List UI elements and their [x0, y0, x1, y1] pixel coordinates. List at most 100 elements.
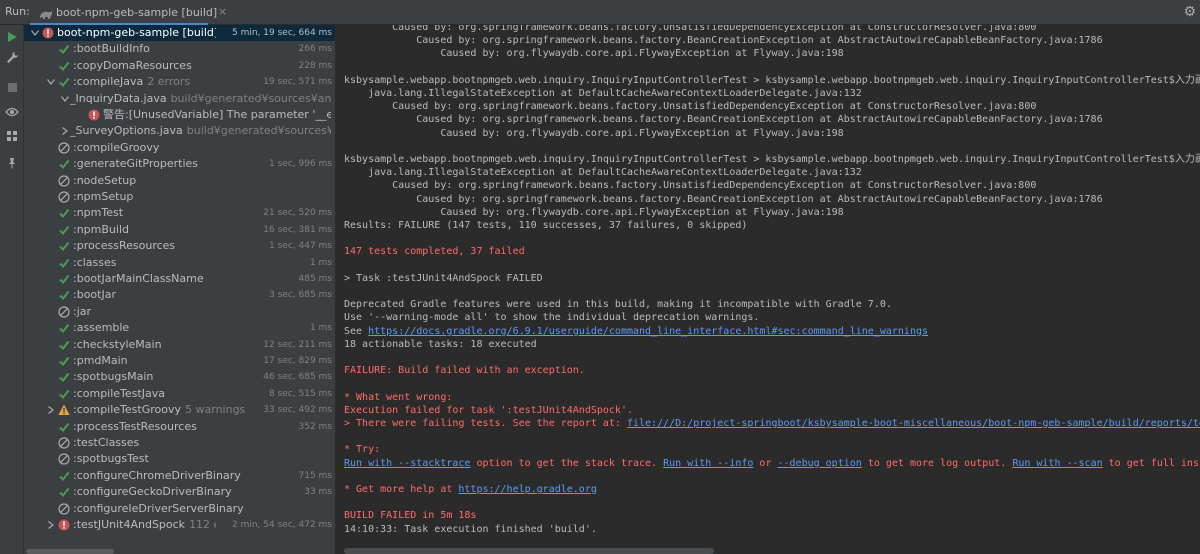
tree-row[interactable]: :npmTest 21 sec, 520 ms	[24, 205, 335, 221]
console-output[interactable]: Caused by: org.springframework.beans.fac…	[336, 25, 1200, 554]
tree-row-duration: 46 sec, 685 ms	[263, 372, 332, 383]
tree-row[interactable]: :checkstyleMain 12 sec, 211 ms	[24, 337, 335, 353]
tab-close-icon[interactable]: ×	[218, 5, 227, 18]
chevron-right-icon[interactable]	[60, 123, 70, 139]
tree-row-name: :npmBuild	[73, 222, 129, 236]
success-check-icon	[58, 60, 70, 72]
gradle-elephant-icon	[39, 6, 53, 25]
tree-row[interactable]: 警告:[UnusedVariable] The parameter '__emb…	[24, 107, 335, 123]
tree-row[interactable]: :pmdMain 17 sec, 829 ms	[24, 353, 335, 369]
tree-row-name: :compileJava	[73, 75, 144, 89]
tree-row-name: :jar	[73, 304, 92, 318]
tree-row[interactable]: :npmSetup	[24, 189, 335, 205]
scrollbar-thumb[interactable]	[344, 548, 714, 554]
tree-row-name: :compileTestGroovy	[73, 403, 182, 417]
tree-row[interactable]: :spotbugsTest	[24, 451, 335, 467]
tree-row[interactable]: :compileTestJava 8 sec, 515 ms	[24, 386, 335, 402]
gear-icon[interactable]: ⚙	[1183, 4, 1196, 20]
tree-row[interactable]: :configureGeckoDriverBinary 33 ms	[24, 484, 335, 500]
tree-row-duration: 5 min, 19 sec, 664 ms	[228, 25, 332, 41]
build-tree[interactable]: boot-npm-geb-sample [build]:failed At 20…	[24, 25, 335, 554]
console-link[interactable]: Run with --scan	[1012, 458, 1102, 469]
layout-icon[interactable]	[4, 128, 20, 144]
tree-row[interactable]: :copyDomaResources 228 ms	[24, 58, 335, 74]
tree-row[interactable]: :bootBuildInfo 266 ms	[24, 41, 335, 57]
chevron-down-icon[interactable]	[30, 25, 40, 41]
console-link[interactable]: https://help.gradle.org	[458, 484, 596, 495]
tree-horizontal-scrollbar[interactable]	[24, 548, 335, 554]
console-link[interactable]: Run with --stacktrace	[344, 458, 470, 469]
tree-row[interactable]: :classes 1 ms	[24, 255, 335, 271]
skipped-icon	[58, 174, 70, 187]
console-link[interactable]: https://docs.gradle.org/6.9.1/userguide/…	[368, 326, 928, 337]
tree-row[interactable]: :processResources 1 sec, 447 ms	[24, 238, 335, 254]
console-link[interactable]: --debug option	[778, 458, 862, 469]
tree-row[interactable]: :configureIeDriverServerBinary	[24, 501, 335, 517]
tree-row[interactable]: _InquiryData.java build¥generated¥sources…	[24, 91, 335, 107]
success-check-icon	[58, 339, 70, 351]
chevron-right-icon[interactable]	[46, 517, 56, 533]
console-line: Caused by: org.springframework.beans.fac…	[344, 35, 1103, 47]
success-check-icon	[58, 470, 70, 482]
tree-row[interactable]: :testClasses	[24, 435, 335, 451]
run-icon[interactable]	[4, 29, 20, 45]
tree-row[interactable]: :assemble 1 ms	[24, 320, 335, 336]
tree-row-name: _SurveyOptions.java	[70, 124, 183, 138]
console-horizontal-scrollbar[interactable]	[336, 548, 1200, 554]
pin-icon[interactable]	[4, 155, 20, 171]
tree-row[interactable]: boot-npm-geb-sample [build]:failed At 20…	[24, 25, 335, 41]
tree-row[interactable]: :testJUnit4AndSpock112 errors 2 min, 54 s…	[24, 517, 335, 533]
console-link[interactable]: Run with --info	[663, 458, 753, 469]
console-text: or	[753, 457, 778, 469]
tree-row[interactable]: :spotbugsMain 46 sec, 685 ms	[24, 369, 335, 385]
console-line: Caused by: org.flywaydb.core.api.FlywayE…	[344, 48, 844, 60]
console-line: java.lang.IllegalStateException at Defau…	[344, 167, 862, 179]
tree-row-name: :nodeSetup	[73, 173, 137, 187]
success-check-icon	[58, 289, 70, 301]
tree-row-duration: 485 ms	[298, 274, 333, 284]
console-line: Caused by: org.flywaydb.core.api.FlywayE…	[344, 206, 844, 218]
tree-row[interactable]: :bootJar 3 sec, 685 ms	[24, 287, 335, 303]
tree-row[interactable]: :processTestResources 352 ms	[24, 419, 335, 435]
tree-row[interactable]: :bootJarMainClassName 485 ms	[24, 271, 335, 287]
tree-row-detail: build¥generated¥sources¥annotationPr	[186, 124, 331, 138]
wrench-icon[interactable]	[4, 49, 20, 65]
success-check-icon	[58, 257, 70, 269]
success-check-icon	[58, 421, 70, 433]
eye-icon[interactable]	[4, 104, 20, 120]
console-line: * Get more help at https://help.gradle.o…	[344, 483, 597, 496]
tree-row[interactable]: :npmBuild 16 sec, 381 ms	[24, 222, 335, 238]
tree-row-name: :spotbugsTest	[73, 452, 149, 466]
console-text: to get full insigh	[1108, 457, 1200, 469]
tree-row[interactable]: _SurveyOptions.java build¥generated¥sourc…	[24, 123, 335, 139]
console-line: Caused by: org.springframework.beans.fac…	[344, 193, 1103, 205]
tree-row[interactable]: :compileTestGroovy 5 warnings 33 sec, 492 …	[24, 402, 335, 418]
success-check-icon	[58, 76, 70, 88]
chevron-right-icon[interactable]	[46, 402, 56, 418]
tree-row[interactable]: :nodeSetup	[24, 173, 335, 189]
tree-row-name: :bootJar	[73, 288, 116, 302]
console-line: ksbysample.webapp.bootnpmgeb.web.inquiry…	[344, 154, 1200, 165]
tree-row[interactable]: :configureChromeDriverBinary 715 ms	[24, 468, 335, 484]
tree-row[interactable]: :jar	[24, 304, 335, 320]
tree-row-duration: 715 ms	[298, 470, 333, 481]
tree-row-detail: build¥generated¥sources¥annotationProce	[170, 91, 331, 105]
skipped-icon	[58, 437, 70, 449]
tree-row[interactable]: :compileGroovy	[24, 140, 335, 156]
chevron-down-icon[interactable]	[60, 91, 70, 107]
scrollbar-thumb[interactable]	[26, 549, 114, 554]
console-link[interactable]: file:///D:/project-springboot/ksbysample…	[627, 418, 1200, 429]
skipped-icon	[58, 453, 70, 465]
tree-row-duration: 3 sec, 685 ms	[269, 290, 332, 301]
tree-row-name: :npmTest	[73, 206, 124, 220]
tree-row[interactable]: :compileJava 2 errors 19 sec, 571 ms	[24, 74, 335, 90]
tab-build-run[interactable]: boot-npm-geb-sample [build] ×	[30, 0, 227, 25]
console-line: Deprecated Gradle features were used in …	[344, 299, 892, 311]
chevron-down-icon[interactable]	[46, 74, 56, 90]
tree-row[interactable]: :generateGitProperties 1 sec, 996 ms	[24, 156, 335, 172]
tree-row-name: :generateGitProperties	[73, 157, 199, 171]
console-line: 147 tests completed, 37 failed	[344, 246, 525, 258]
tree-row-duration: 8 sec, 515 ms	[269, 388, 332, 399]
stop-icon[interactable]	[4, 79, 20, 95]
tree-row-name: :testJUnit4AndSpock	[73, 518, 186, 531]
